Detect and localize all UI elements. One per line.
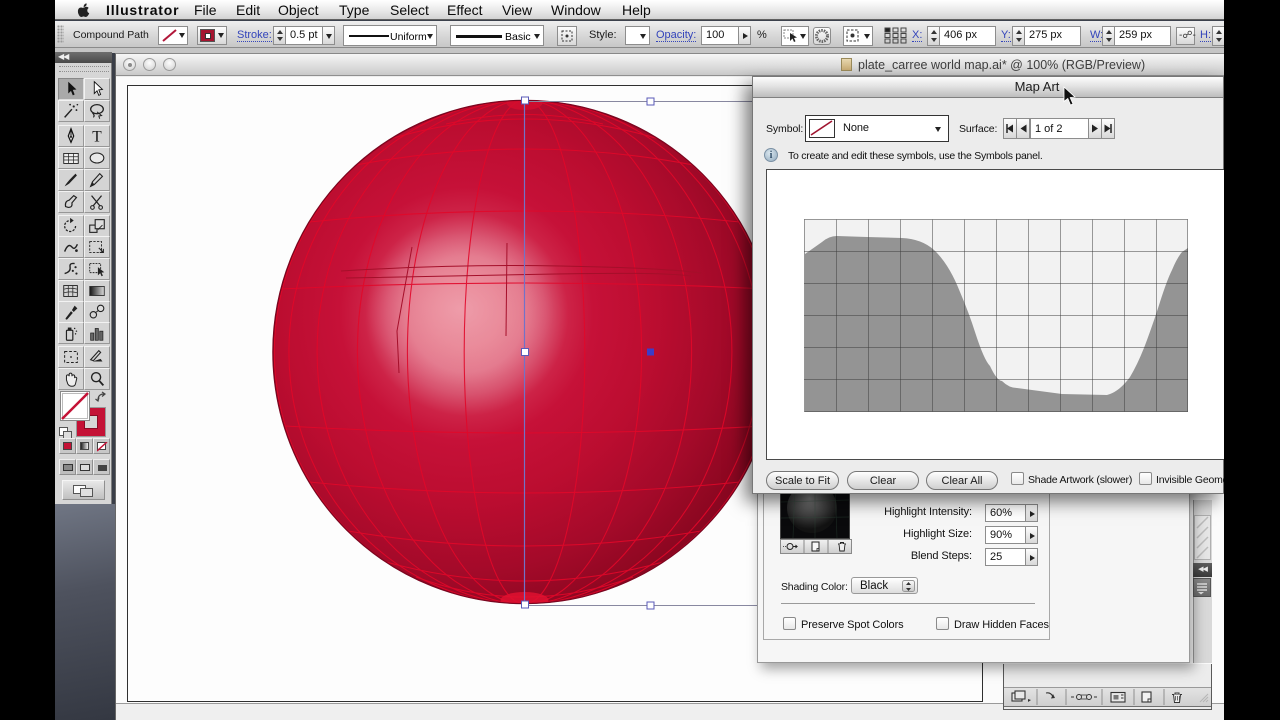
svg-text:T: T <box>92 128 102 145</box>
